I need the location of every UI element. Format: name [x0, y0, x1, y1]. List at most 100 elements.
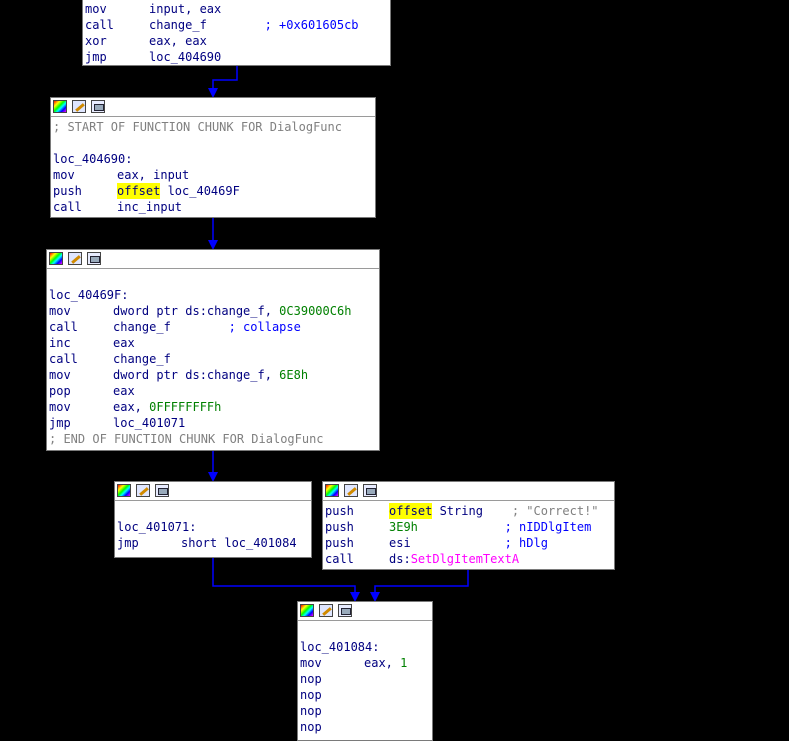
code-line[interactable]: jmp loc_401071: [49, 415, 377, 431]
graph-view-icon[interactable]: [155, 484, 169, 497]
color-palette-icon[interactable]: [300, 604, 314, 617]
graph-view-icon[interactable]: [91, 100, 105, 113]
code-line[interactable]: inc eax: [49, 335, 377, 351]
code-label: loc_40469F:: [49, 288, 129, 302]
code-line[interactable]: nop: [300, 703, 430, 719]
color-palette-icon[interactable]: [117, 484, 131, 497]
operand: dword ptr ds:change_f,: [113, 304, 280, 318]
mnemonic: mov: [49, 400, 71, 414]
operand: eax: [113, 336, 135, 350]
code-line[interactable]: nop: [300, 687, 430, 703]
code-line[interactable]: nop: [300, 671, 430, 687]
code-line[interactable]: loc_401084:: [300, 639, 430, 655]
code-line[interactable]: loc_404690:: [53, 151, 373, 167]
graph-view-icon[interactable]: [338, 604, 352, 617]
mnemonic: pop: [49, 384, 71, 398]
operand: loc_40469F: [160, 184, 240, 198]
code-line[interactable]: call change_f ; collapse: [49, 319, 377, 335]
mnemonic: call: [325, 552, 354, 566]
operand: change_f: [149, 18, 207, 32]
block-header: [298, 602, 432, 621]
code-line[interactable]: call inc_input: [53, 199, 373, 215]
code-line[interactable]: mov eax, 0FFFFFFFFh: [49, 399, 377, 415]
code-line[interactable]: push offset loc_40469F: [53, 183, 373, 199]
code-comment: ; collapse: [170, 320, 301, 334]
code-comment: ; START OF FUNCTION CHUNK FOR DialogFunc: [53, 120, 342, 134]
color-palette-icon[interactable]: [325, 484, 339, 497]
code-label: loc_401071:: [117, 520, 197, 534]
operand: esi: [389, 536, 411, 550]
operand: short loc_401084: [181, 536, 297, 550]
code-line[interactable]: mov eax, 1: [300, 655, 430, 671]
color-palette-icon[interactable]: [49, 252, 63, 265]
code-line[interactable]: ; START OF FUNCTION CHUNK FOR DialogFunc: [53, 119, 373, 135]
color-palette-icon[interactable]: [53, 100, 67, 113]
code-line[interactable]: push 3E9h ; nIDDlgItem: [325, 519, 612, 535]
code-line[interactable]: mov input, eax: [85, 1, 388, 17]
operand: input, eax: [149, 2, 222, 16]
code-line[interactable]: [300, 623, 430, 639]
operand: eax,: [113, 400, 150, 414]
code-block-loc_40469F[interactable]: loc_40469F:mov dword ptr ds:change_f, 0C3…: [46, 249, 380, 451]
code-line[interactable]: mov dword ptr ds:change_f, 0C39000C6h: [49, 303, 377, 319]
edge-n5-n6: [374, 570, 469, 596]
mnemonic: call: [49, 352, 78, 366]
operand: offset: [389, 503, 433, 519]
code-line[interactable]: mov dword ptr ds:change_f, 6E8h: [49, 367, 377, 383]
operand: eax, eax: [149, 34, 207, 48]
operand: inc_input: [117, 200, 183, 214]
edit-pencil-icon[interactable]: [72, 100, 86, 113]
code-comment: ; END OF FUNCTION CHUNK FOR DialogFunc: [49, 432, 324, 446]
code-comment: ; nIDDlgItem: [417, 520, 592, 534]
code-line[interactable]: call ds:SetDlgItemTextA: [325, 551, 612, 567]
code-line[interactable]: loc_40469F:: [49, 287, 377, 303]
code-line[interactable]: jmp short loc_401084: [117, 535, 309, 551]
code-line[interactable]: mov eax, input: [53, 167, 373, 183]
operand: change_f: [113, 352, 171, 366]
edit-pencil-icon[interactable]: [68, 252, 82, 265]
code-block-loc_401071[interactable]: loc_401071: jmp short loc_401084: [114, 481, 312, 558]
code-comment: ; +0x601605cb: [206, 18, 359, 32]
code-label: loc_404690:: [53, 152, 133, 166]
code-line[interactable]: jmp loc_404690: [85, 49, 388, 65]
code-line[interactable]: xor eax, eax: [85, 33, 388, 49]
edit-pencil-icon[interactable]: [319, 604, 333, 617]
operand: offset: [117, 183, 161, 199]
code-block-set-dlg-text[interactable]: push offset String ; "Correct!" push 3E9h ;…: [322, 481, 615, 570]
mnemonic: push: [325, 520, 354, 534]
graph-view-icon[interactable]: [87, 252, 101, 265]
code-line[interactable]: push offset String ; "Correct!": [325, 503, 612, 519]
code-line[interactable]: [117, 503, 309, 519]
operand: eax, input: [117, 168, 190, 182]
code-line[interactable]: call change_f ; +0x601605cb: [85, 17, 388, 33]
code-line[interactable]: pop eax: [49, 383, 377, 399]
code-line[interactable]: loc_401071:: [117, 519, 309, 535]
mnemonic: jmp: [49, 416, 71, 430]
operand: 1: [400, 656, 408, 670]
mnemonic: call: [49, 320, 78, 334]
code-line[interactable]: [49, 271, 377, 287]
edit-pencil-icon[interactable]: [136, 484, 150, 497]
operand: ds:: [389, 552, 411, 566]
mnemonic: push: [325, 504, 354, 518]
mnemonic: mov: [49, 304, 71, 318]
code-block-1[interactable]: mov input, eax call change_f ; +0x601605cb x…: [82, 0, 391, 66]
operand: String: [432, 504, 483, 518]
code-comment: ; hDlg: [410, 536, 548, 550]
operand: 3E9h: [389, 520, 418, 534]
operand: 0C39000C6h: [279, 304, 352, 318]
code-line[interactable]: push esi ; hDlg: [325, 535, 612, 551]
code-block-loc_404690[interactable]: ; START OF FUNCTION CHUNK FOR DialogFunc…: [50, 97, 376, 218]
code-line[interactable]: [53, 135, 373, 151]
code-line[interactable]: nop: [300, 719, 430, 735]
operand: 6E8h: [279, 368, 309, 382]
code-block-loc_401084[interactable]: loc_401084: mov eax, 1 nop nop nop nop: [297, 601, 433, 741]
mnemonic: call: [85, 18, 114, 32]
edit-pencil-icon[interactable]: [344, 484, 358, 497]
mnemonic: push: [325, 536, 354, 550]
code-line[interactable]: call change_f: [49, 351, 377, 367]
graph-view-icon[interactable]: [363, 484, 377, 497]
mnemonic: nop: [300, 672, 322, 686]
code-line[interactable]: ; END OF FUNCTION CHUNK FOR DialogFunc: [49, 431, 377, 447]
mnemonic: mov: [300, 656, 322, 670]
